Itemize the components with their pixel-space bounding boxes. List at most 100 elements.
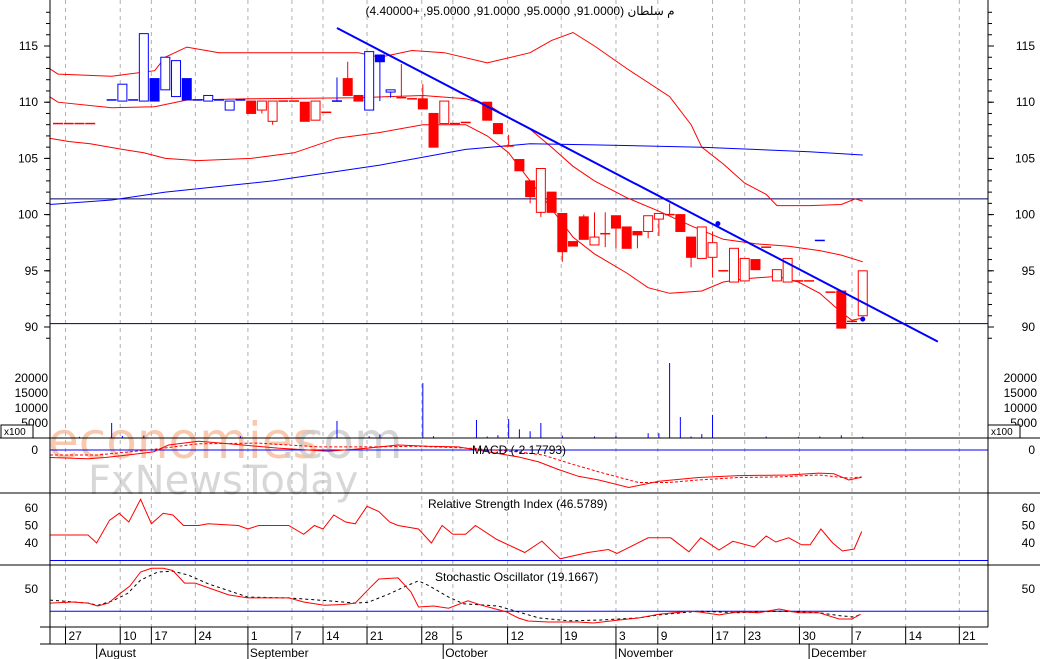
macd-label: MACD (-2.17793) — [472, 443, 566, 457]
month-label: September — [250, 646, 309, 659]
volume-tick-label-left: 15000 — [15, 386, 49, 400]
rsi-tick-label-left: 50 — [25, 519, 39, 533]
candle-body — [750, 259, 761, 271]
macd-tick-label-right: 0 — [1028, 443, 1035, 457]
bollinger-lower-line — [49, 124, 863, 321]
candle-body — [589, 236, 600, 246]
candle-body — [535, 168, 546, 213]
bollinger-upper-line — [49, 31, 863, 207]
volume-tick-label-left: 10000 — [15, 401, 49, 415]
watermark-fxnewstoday: FxNewsToday — [88, 458, 358, 504]
svg-text:x100: x100 — [4, 427, 26, 438]
candle-body — [385, 89, 396, 93]
rsi-tick-label-left: 60 — [25, 501, 39, 515]
date-tick-label: 21 — [370, 629, 384, 643]
candle-body — [267, 100, 278, 122]
rsi-tick-label-right: 40 — [1022, 536, 1036, 550]
price-tick-label-right: 105 — [1015, 151, 1035, 165]
date-tick-label: 7 — [855, 629, 862, 643]
candle-body — [836, 290, 847, 329]
candle-body — [310, 100, 321, 121]
date-tick-label: 5 — [456, 629, 463, 643]
candle-body — [610, 215, 621, 229]
stochastic-tick-label-right: 50 — [1022, 582, 1036, 596]
candle-body — [181, 78, 192, 101]
macd-tick-label-left: 0 — [31, 443, 38, 457]
date-tick-label: 10 — [123, 629, 137, 643]
date-tick-label: 14 — [909, 629, 923, 643]
stochastic-label: Stochastic Oscillator (19.1667) — [435, 570, 598, 584]
candle-body — [643, 215, 654, 232]
candle-body — [117, 83, 128, 102]
price-tick-label-left: 105 — [18, 151, 38, 165]
price-tick-label-left: 115 — [19, 39, 38, 53]
candle-body — [353, 94, 364, 102]
date-tick-label: 17 — [154, 629, 168, 643]
grid-lines — [65, 0, 960, 627]
volume-unit-left: x100 — [0, 424, 34, 439]
rsi-tick-label-left: 40 — [25, 536, 39, 550]
volume-tick-label-right: 20000 — [1004, 371, 1038, 385]
date-tick-label: 19 — [564, 629, 578, 643]
price-tick-label-left: 95 — [25, 264, 39, 278]
price-tick-label-left: 110 — [19, 95, 38, 109]
candle-body — [578, 216, 589, 240]
candle-body — [696, 226, 707, 259]
volume-tick-label-left: 20000 — [15, 371, 49, 385]
candle-body — [203, 94, 214, 102]
rsi-tick-label-right: 50 — [1022, 519, 1036, 533]
candle-body — [299, 101, 310, 122]
date-tick-label: 12 — [511, 629, 525, 643]
stock-chart: economies .com FxNewsToday 27 10 17 24 1 7 14 2… — [0, 0, 1040, 659]
stochastic-tick-label-left: 50 — [25, 582, 39, 596]
candle-body — [439, 100, 450, 125]
chart-title: م سلطان (91.0000, 95.0000, 91.0000, 95.0… — [365, 4, 674, 18]
month-label: August — [99, 646, 137, 659]
price-tick-label-left: 100 — [18, 208, 38, 222]
volume-tick-label-right: 15000 — [1004, 386, 1038, 400]
moving-average-line — [49, 143, 863, 205]
month-label: December — [811, 646, 866, 659]
date-tick-label: 21 — [962, 629, 976, 643]
candle-body — [246, 100, 257, 114]
volume-unit-right: x100 — [987, 424, 1021, 439]
candle-body — [739, 257, 750, 282]
candle-body — [632, 230, 643, 236]
candle-body — [492, 123, 503, 135]
candle-body — [857, 270, 868, 317]
date-tick-label: 24 — [198, 629, 212, 643]
date-tick-label: 27 — [69, 629, 83, 643]
candle-body — [568, 241, 579, 247]
bollinger-middle-line — [49, 94, 863, 263]
date-tick-label: 23 — [748, 629, 762, 643]
month-label: October — [445, 646, 488, 659]
price-tick-label-left: 90 — [25, 320, 39, 334]
rsi-tick-label-right: 60 — [1022, 501, 1036, 515]
svg-text:x100: x100 — [991, 427, 1013, 438]
price-tick-label-right: 90 — [1022, 320, 1036, 334]
date-tick-label: 7 — [295, 629, 302, 643]
date-tick-label: 1 — [251, 629, 258, 643]
candle-body — [707, 242, 718, 258]
candle-body — [138, 33, 149, 102]
candle-body — [149, 78, 160, 102]
date-tick-label: 17 — [716, 629, 730, 643]
date-tick-label: 14 — [326, 629, 340, 643]
candle-body — [653, 212, 664, 220]
candle-body — [342, 78, 353, 96]
price-panel — [49, 27, 988, 343]
candle-body — [686, 236, 697, 258]
price-tick-label-right: 110 — [1016, 95, 1035, 109]
candle-body — [160, 56, 171, 91]
candle-body — [514, 159, 525, 172]
price-tick-label-right: 115 — [1016, 39, 1035, 53]
candle-body — [364, 51, 375, 111]
candle-body — [525, 180, 536, 198]
marker-dot — [715, 221, 721, 227]
price-tick-label-right: 100 — [1015, 208, 1035, 222]
date-tick-label: 28 — [425, 629, 439, 643]
candle-body — [546, 191, 557, 213]
candle-body — [256, 100, 267, 111]
price-tick-label-right: 95 — [1022, 264, 1036, 278]
candle-body — [557, 212, 568, 253]
